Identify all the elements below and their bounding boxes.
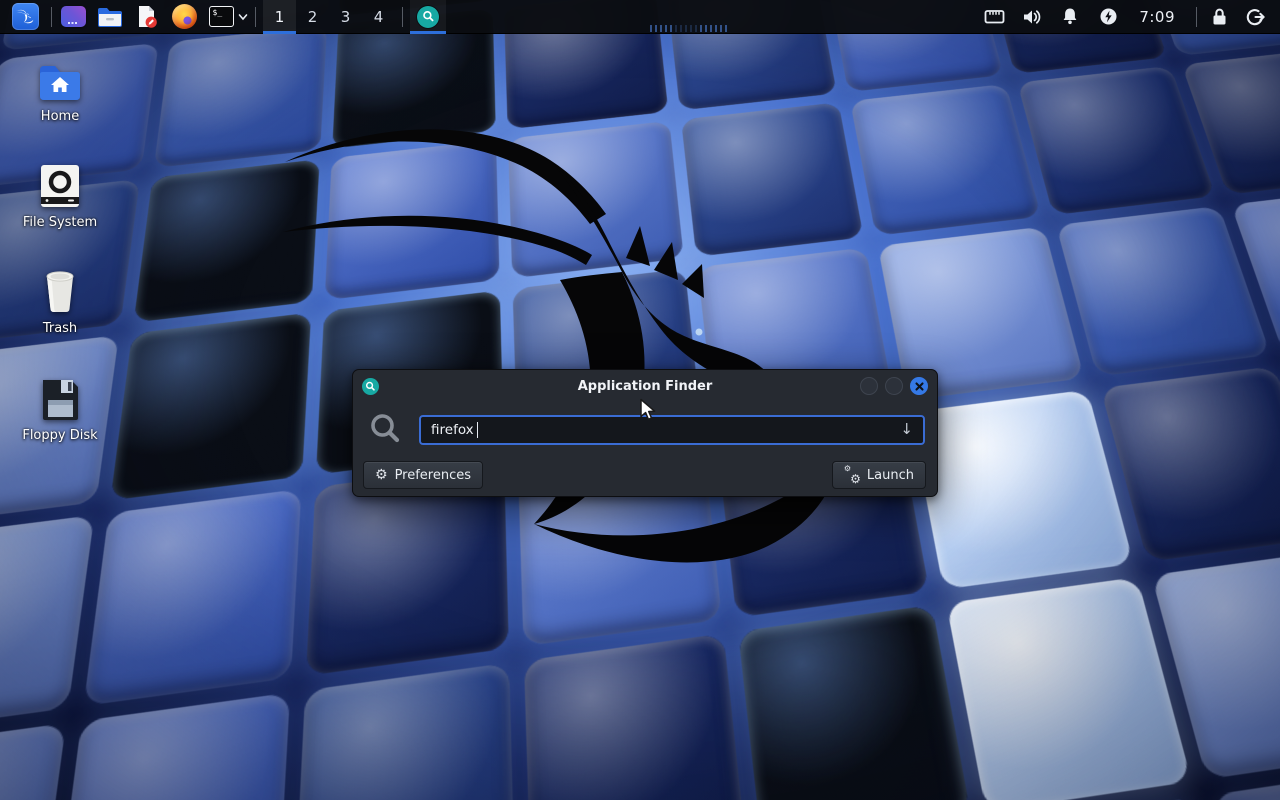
launcher-firefox[interactable] bbox=[170, 0, 198, 34]
desktop-icon-label: Trash bbox=[43, 321, 77, 336]
desktop-icon-label: Floppy Disk bbox=[22, 428, 97, 443]
session-actions bbox=[1208, 6, 1266, 28]
desktop-icon-label: Home bbox=[41, 109, 79, 124]
arrow-down-icon[interactable]: ↓ bbox=[900, 422, 913, 437]
desktop-icon-floppy-disk[interactable]: Floppy Disk bbox=[8, 375, 112, 443]
preferences-button-label: Preferences bbox=[395, 468, 471, 483]
workspace-2[interactable]: 2 bbox=[296, 0, 329, 34]
launch-button[interactable]: ⚙⚙ Launch bbox=[832, 461, 926, 489]
lock-screen-icon[interactable] bbox=[1208, 6, 1230, 28]
applications-menu-button[interactable] bbox=[6, 0, 44, 34]
panel-launchers: $_ bbox=[59, 0, 248, 34]
panel-separator bbox=[51, 7, 52, 27]
log-out-icon[interactable] bbox=[1244, 6, 1266, 28]
desktop-icon-file-system[interactable]: File System bbox=[8, 162, 112, 230]
filesystem-drive-icon bbox=[40, 162, 80, 208]
window-title: Application Finder bbox=[353, 379, 937, 394]
panel-separator bbox=[1196, 7, 1197, 27]
launcher-desktop-app[interactable] bbox=[59, 0, 87, 34]
workspace-4[interactable]: 4 bbox=[362, 0, 395, 34]
gear-icon: ⚙ bbox=[375, 468, 388, 482]
notifications-bell-icon[interactable] bbox=[1059, 6, 1081, 28]
application-finder-search-icon bbox=[417, 6, 439, 28]
window-button-application-finder[interactable] bbox=[410, 0, 446, 34]
window-icon-application-finder bbox=[362, 378, 379, 395]
desktop-icon-home[interactable]: Home bbox=[8, 56, 112, 124]
text-caret bbox=[477, 422, 478, 438]
search-magnifier-icon bbox=[367, 411, 404, 448]
launcher-text-editor[interactable] bbox=[133, 0, 161, 34]
search-input[interactable]: firefox ↓ bbox=[419, 415, 925, 445]
panel-spacer bbox=[446, 0, 983, 34]
workspace-switcher: 1 2 3 4 bbox=[263, 0, 395, 34]
run-gears-icon: ⚙⚙ bbox=[844, 468, 860, 483]
preferences-button[interactable]: ⚙ Preferences bbox=[363, 461, 483, 489]
workspace-1[interactable]: 1 bbox=[263, 0, 296, 34]
kali-menu-icon bbox=[12, 3, 39, 30]
launch-button-label: Launch bbox=[867, 468, 914, 483]
network-activity-graph bbox=[650, 25, 728, 32]
terminal-dropdown-chevron-icon[interactable] bbox=[238, 12, 248, 22]
desktop-app-icon bbox=[61, 6, 86, 27]
close-button[interactable] bbox=[910, 377, 928, 395]
firefox-browser-icon bbox=[172, 4, 197, 29]
close-icon bbox=[915, 382, 924, 391]
launcher-file-manager[interactable] bbox=[96, 0, 124, 34]
maximize-button[interactable] bbox=[885, 377, 903, 395]
desktop-icon-trash[interactable]: Trash bbox=[8, 268, 112, 336]
power-manager-battery-icon[interactable] bbox=[1097, 6, 1119, 28]
audio-volume-icon[interactable] bbox=[1021, 6, 1043, 28]
system-tray: 7:09 bbox=[983, 6, 1179, 28]
terminal-icon: $_ bbox=[209, 6, 234, 27]
panel-separator bbox=[402, 7, 403, 27]
text-editor-document-icon bbox=[135, 5, 159, 29]
panel-separator bbox=[255, 7, 256, 27]
application-finder-window: Application Finder bbox=[352, 369, 938, 497]
file-manager-folder-icon bbox=[97, 6, 123, 28]
floppy-disk-icon bbox=[39, 375, 81, 421]
panel-clock[interactable]: 7:09 bbox=[1139, 8, 1175, 26]
mouse-cursor bbox=[637, 398, 659, 426]
trash-bin-icon bbox=[41, 268, 79, 314]
home-folder-icon bbox=[36, 56, 84, 102]
kali-desktop: $_ 1 2 3 4 bbox=[0, 0, 1280, 800]
search-input-value: firefox bbox=[431, 422, 474, 438]
workspace-3[interactable]: 3 bbox=[329, 0, 362, 34]
network-ethernet-icon[interactable] bbox=[983, 6, 1005, 28]
top-panel: $_ 1 2 3 4 bbox=[0, 0, 1280, 34]
desktop-icon-label: File System bbox=[23, 215, 97, 230]
minimize-button[interactable] bbox=[860, 377, 878, 395]
launcher-terminal[interactable]: $_ bbox=[207, 0, 235, 34]
